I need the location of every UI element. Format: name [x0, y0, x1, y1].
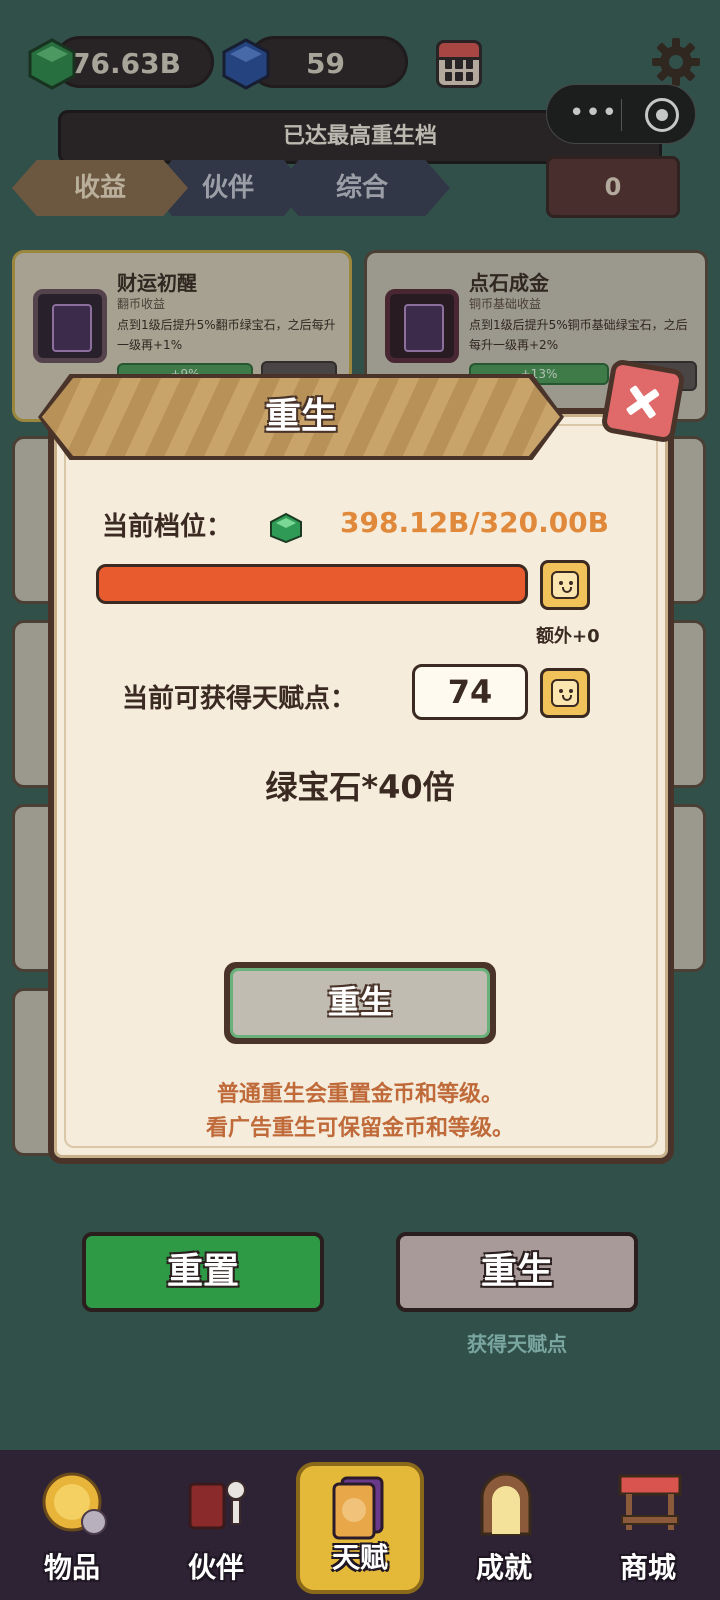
book-skeleton-icon: [188, 1480, 246, 1530]
nav-label: 成就: [475, 1551, 532, 1584]
reset-button[interactable]: 重置: [82, 1232, 324, 1312]
close-button[interactable]: [600, 358, 686, 444]
nav-talent[interactable]: 天赋: [296, 1462, 424, 1594]
nav-items[interactable]: 物品: [0, 1450, 144, 1600]
nav-label: 商城: [619, 1551, 676, 1584]
talent-points-value: 74: [412, 664, 528, 720]
rebirth-button[interactable]: 重生: [396, 1232, 638, 1312]
nav-label: 物品: [43, 1551, 100, 1584]
talent-points-label: 当前可获得天赋点：: [122, 684, 357, 714]
cat-coin-icon: [42, 1472, 107, 1535]
tier-value: 398.12B/320.00B: [340, 506, 610, 539]
nav-achievements[interactable]: 成就: [432, 1450, 576, 1600]
smiley-face-icon: [551, 679, 579, 707]
extra-bonus-label: 额外+0: [536, 626, 600, 647]
bottom-nav: 物品 伙伴 天赋 成就 商城: [0, 1450, 720, 1600]
tier-label: 当前档位：: [102, 512, 233, 542]
note-line-1: 普通重生会重置金币和等级。: [216, 1082, 503, 1107]
emerald-icon: [270, 512, 302, 544]
emerald-multiplier: 绿宝石*40倍: [265, 768, 455, 806]
shop-stall-icon: [618, 1474, 682, 1530]
nav-label: 伙伴: [187, 1551, 244, 1584]
nav-shop[interactable]: 商城: [576, 1450, 720, 1600]
rebirth-confirm-button[interactable]: 重生: [224, 962, 496, 1044]
dialog-title: 重生: [264, 396, 337, 437]
cat-cards-icon: [332, 1476, 384, 1540]
tier-progress-bar: [96, 564, 528, 604]
smiley-face-icon: [551, 571, 579, 599]
info-face-button[interactable]: [540, 560, 590, 610]
nav-label: 天赋: [331, 1541, 388, 1574]
portal-icon: [480, 1472, 532, 1536]
nav-partners[interactable]: 伙伴: [144, 1450, 288, 1600]
gain-talent-label: 获得天赋点: [467, 1332, 567, 1356]
talent-info-face-button[interactable]: [540, 668, 590, 718]
note-line-2: 看广告重生可保留金币和等级。: [205, 1116, 514, 1141]
rebirth-confirm-label: 重生: [230, 968, 490, 1038]
